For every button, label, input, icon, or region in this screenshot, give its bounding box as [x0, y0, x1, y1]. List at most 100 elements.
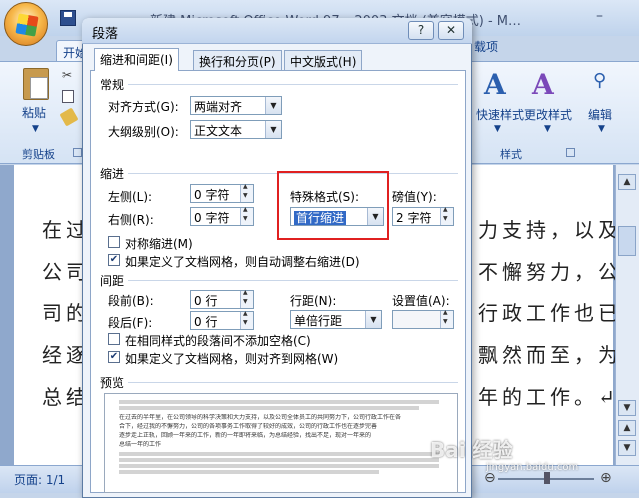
document-text[interactable]: 不懈努力，公 [478, 256, 622, 285]
scroll-down-button[interactable]: ▼ [618, 400, 636, 416]
tab-asian-typography[interactable]: 中文版式(H) [284, 50, 363, 70]
quick-styles-label: 快速样式 [476, 108, 525, 122]
spinner-icon[interactable] [240, 206, 253, 225]
mirror-indents-checkbox[interactable] [108, 236, 120, 248]
document-text[interactable]: 行政工作也已 [478, 297, 622, 326]
spinner-icon[interactable] [440, 309, 453, 328]
tab-line-and-page-breaks[interactable]: 换行和分页(P) [193, 50, 282, 70]
styles-group-label: 样式 [500, 148, 522, 161]
auto-adjust-checkbox[interactable]: ✔ [108, 254, 120, 266]
paste-label: 粘贴 [22, 106, 47, 120]
minimize-button[interactable]: – [596, 8, 603, 24]
alignment-select[interactable]: 两端对齐 ▼ [190, 96, 282, 115]
baidu-watermark-logo: Bai 经验 [430, 438, 513, 462]
spinner-icon[interactable] [240, 183, 253, 202]
divider [128, 84, 458, 85]
left-indent-stepper[interactable]: 0 字符 [190, 183, 254, 203]
preview-previous-paragraph [119, 400, 439, 404]
by-value: 2 字符 [396, 211, 432, 225]
alignment-value: 两端对齐 [194, 100, 243, 114]
dropdown-arrow-icon: ▼ [494, 124, 501, 134]
preview-next-paragraph [119, 464, 439, 468]
divider [128, 382, 458, 383]
preview-sample-text: 在过去的半年里，在公司领导的科学决策和大力支持，以及公司全体员工的共同努力下，公… [119, 414, 402, 421]
line-spacing-select[interactable]: 单倍行距 ▼ [290, 310, 382, 329]
by-label: 磅值(Y): [392, 190, 437, 204]
office-button[interactable] [4, 2, 48, 46]
next-page-button[interactable]: ▼ [618, 440, 636, 456]
clipboard-group-label: 剪贴板 [22, 148, 55, 161]
cut-icon[interactable]: ✂ [62, 68, 72, 82]
no-space-label: 在相同样式的段落间不添加空格(C) [125, 334, 311, 348]
space-after-value: 0 行 [194, 315, 218, 329]
at-stepper[interactable] [392, 309, 454, 329]
dialog-title: 段落 [92, 27, 119, 42]
preview-sample-text: 合下，经过我的不懈努力，公司的各项事务工作取得了较好的成效，公司的行政工作也在逐… [119, 423, 378, 430]
chevron-down-icon: ▼ [265, 121, 281, 138]
chevron-down-icon: ▼ [365, 311, 381, 328]
alignment-label: 对齐方式(G): [108, 100, 179, 114]
help-button[interactable]: ? [408, 21, 434, 40]
quick-styles-button[interactable]: A 快速样式 ▼ [476, 66, 524, 142]
quick-styles-icon: A [484, 68, 506, 101]
general-heading: 常规 [100, 78, 125, 92]
document-text[interactable]: 力支持，以及 [478, 214, 622, 243]
scroll-up-button[interactable]: ▲ [618, 174, 636, 190]
editing-button[interactable]: ⚲ 编辑 ▼ [582, 66, 622, 142]
space-before-value: 0 行 [194, 294, 218, 308]
preview-heading: 预览 [100, 376, 125, 390]
line-spacing-value: 单倍行距 [294, 314, 343, 328]
outline-level-value: 正文文本 [194, 124, 243, 138]
styles-launcher-icon[interactable] [566, 148, 575, 157]
copy-icon[interactable] [62, 90, 74, 103]
divider [128, 280, 458, 281]
preview-next-paragraph [119, 470, 379, 474]
clipboard-icon [23, 68, 49, 100]
chevron-down-icon: ▼ [265, 97, 281, 114]
at-label: 设置值(A): [392, 294, 450, 308]
no-space-checkbox[interactable] [108, 333, 120, 345]
highlight-box [277, 171, 389, 240]
change-styles-button[interactable]: A 更改样式 ▼ [522, 66, 572, 142]
dropdown-arrow-icon: ▼ [544, 124, 551, 134]
right-indent-stepper[interactable]: 0 字符 [190, 206, 254, 226]
scroll-thumb[interactable] [618, 226, 636, 256]
preview-previous-paragraph [119, 406, 419, 410]
spinner-icon[interactable] [240, 310, 253, 329]
snap-to-grid-checkbox[interactable]: ✔ [108, 351, 120, 363]
left-indent-label: 左侧(L): [108, 190, 153, 204]
outline-level-select[interactable]: 正文文本 ▼ [190, 120, 282, 139]
auto-adjust-label: 如果定义了文档网格，则自动调整右缩进(D) [125, 255, 360, 269]
right-indent-value: 0 字符 [194, 211, 230, 225]
watermark-url: jingyan.baidu.com [486, 462, 579, 473]
document-text[interactable]: 飘然而至，为 [478, 339, 622, 368]
preview-next-paragraph [119, 458, 439, 462]
outline-level-label: 大纲级别(O): [108, 125, 179, 139]
space-after-stepper[interactable]: 0 行 [190, 310, 254, 330]
save-icon[interactable] [60, 10, 76, 26]
spacing-heading: 间距 [100, 274, 125, 288]
paste-button[interactable]: 粘贴 ▼ [14, 66, 58, 142]
close-button[interactable]: ✕ [438, 21, 464, 40]
preview-next-paragraph [119, 452, 439, 456]
right-indent-label: 右侧(R): [108, 213, 154, 227]
tab-indents-and-spacing[interactable]: 缩进和间距(I) [94, 48, 179, 71]
space-after-label: 段后(F): [108, 316, 153, 330]
left-indent-value: 0 字符 [194, 188, 230, 202]
clipboard-launcher-icon[interactable] [73, 148, 82, 157]
zoom-in-button[interactable]: ⊕ [600, 470, 612, 486]
preview-sample-text: 逐步走上正轨，回顾一年来的工作，新的一年即将来临，为总结经验，找出不足，现对一年… [119, 432, 372, 439]
page-count-status[interactable]: 页面: 1/1 [14, 471, 65, 488]
tab-addins[interactable]: 载项 [468, 36, 504, 57]
zoom-slider-thumb[interactable] [544, 472, 550, 484]
space-before-stepper[interactable]: 0 行 [190, 289, 254, 309]
preview-sample-text: 总结一年的工作 [119, 441, 162, 448]
spinner-icon[interactable] [240, 289, 253, 308]
spinner-icon[interactable] [440, 206, 453, 225]
by-stepper[interactable]: 2 字符 [392, 206, 454, 226]
dropdown-arrow-icon: ▼ [32, 124, 39, 134]
document-text[interactable]: 年的工作。↵ [478, 381, 619, 410]
dropdown-arrow-icon: ▼ [598, 124, 605, 134]
editing-label: 编辑 [588, 108, 613, 122]
previous-page-button[interactable]: ▲ [618, 420, 636, 436]
